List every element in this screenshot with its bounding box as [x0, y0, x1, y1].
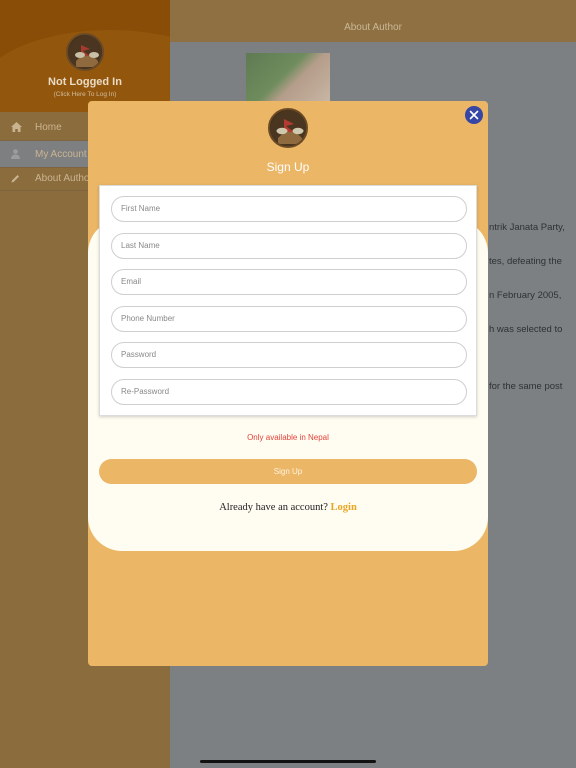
phone-field[interactable]: Phone Number [111, 306, 467, 332]
first-name-field[interactable]: First Name [111, 196, 467, 222]
login-status-title[interactable]: Not Logged In [0, 76, 170, 88]
author-photo [246, 53, 330, 101]
bio-text: tes, defeating the [489, 256, 562, 267]
top-bar: About Author [170, 0, 576, 42]
pencil-icon [11, 174, 23, 183]
signup-button[interactable]: Sign Up [99, 459, 477, 484]
signup-modal: Sign Up First Name Last Name Email Phone… [88, 101, 488, 666]
sidebar-item-label: My Account [35, 148, 87, 160]
login-prompt: Already have an account? [219, 502, 328, 513]
page-title: About Author [344, 22, 402, 33]
password-field[interactable]: Password [111, 342, 467, 368]
home-indicator [200, 760, 376, 763]
home-icon [11, 122, 23, 132]
bio-text: h was selected to [489, 324, 563, 335]
repassword-field[interactable]: Re-Password [111, 379, 467, 405]
sidebar-item-label: Home [35, 121, 62, 133]
availability-note: Only available in Nepal [247, 433, 329, 442]
last-name-field[interactable]: Last Name [111, 233, 467, 259]
bio-text: n February 2005, [489, 290, 562, 301]
login-hint[interactable]: (Click Here To Log In) [0, 91, 170, 98]
avatar[interactable] [66, 33, 104, 71]
sidebar-header[interactable]: Not Logged In (Click Here To Log In) [0, 0, 170, 112]
close-icon[interactable] [465, 106, 483, 124]
login-prompt-row: Already have an account? Login [88, 502, 488, 513]
user-icon [11, 149, 23, 159]
email-field[interactable]: Email [111, 269, 467, 295]
bio-text: for the same post [489, 381, 563, 392]
signup-form: First Name Last Name Email Phone Number … [99, 185, 477, 416]
sidebar-item-label: About Author [35, 172, 93, 184]
modal-title: Sign Up [266, 160, 310, 174]
login-link[interactable]: Login [331, 502, 357, 513]
bio-text: ntrik Janata Party, [489, 222, 565, 233]
app-logo [268, 108, 308, 148]
